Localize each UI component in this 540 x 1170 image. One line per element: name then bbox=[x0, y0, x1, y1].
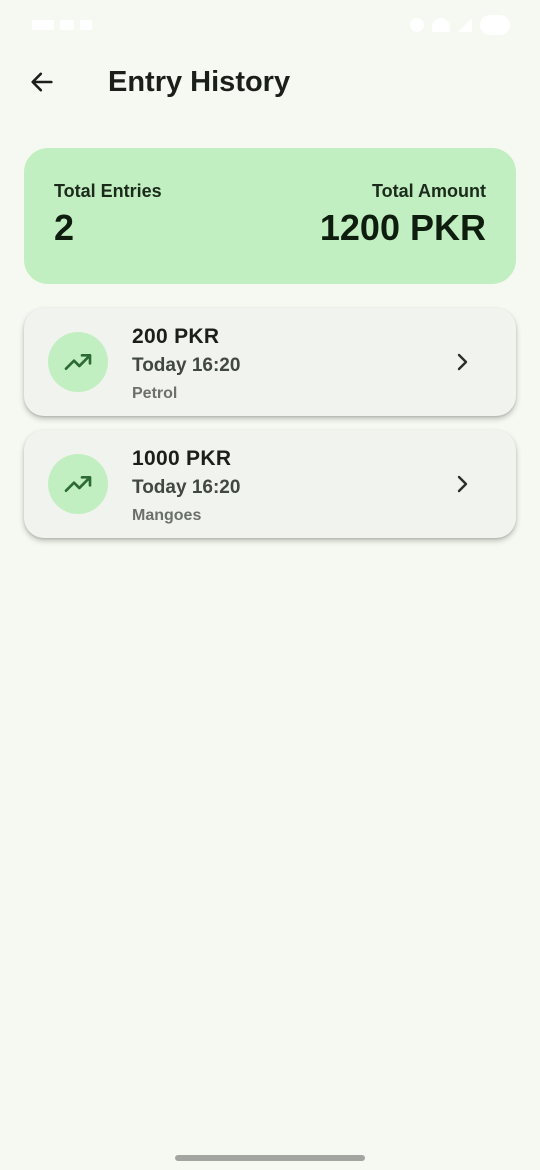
status-time-area bbox=[32, 14, 92, 36]
entry-description: Petrol bbox=[132, 385, 178, 402]
app-bar: Entry History bbox=[0, 50, 540, 114]
signal-icon bbox=[458, 18, 472, 32]
arrow-back-icon bbox=[31, 72, 53, 92]
entry-time: Today 16:20 bbox=[132, 477, 241, 498]
total-amount-label: Total Amount bbox=[372, 181, 486, 201]
entry-icon-circle bbox=[48, 332, 108, 392]
entry-amount: 1000 PKR bbox=[132, 447, 232, 470]
entry-description: Mangoes bbox=[132, 507, 202, 524]
status-icons bbox=[410, 14, 510, 36]
total-entries-label: Total Entries bbox=[54, 181, 162, 201]
total-amount-value: 1200 PKR bbox=[319, 207, 486, 248]
trending-up-icon bbox=[64, 354, 92, 370]
entry-amount: 200 PKR bbox=[132, 325, 220, 348]
alarm-icon bbox=[410, 18, 424, 32]
entry-card[interactable]: 200 PKR Today 16:20 Petrol bbox=[24, 308, 516, 416]
entry-list: 200 PKR Today 16:20 Petrol 1000 PKR Toda… bbox=[24, 308, 516, 552]
back-button[interactable] bbox=[20, 62, 64, 102]
page-title: Entry History bbox=[108, 66, 291, 98]
status-time-glyph bbox=[60, 20, 74, 30]
home-indicator[interactable] bbox=[175, 1155, 365, 1161]
battery-icon bbox=[480, 15, 510, 35]
entry-icon-circle bbox=[48, 454, 108, 514]
summary-card: Total Entries 2 Total Amount 1200 PKR bbox=[24, 148, 516, 284]
chevron-right-icon[interactable] bbox=[448, 348, 476, 376]
total-entries-section: Total Entries 2 bbox=[54, 180, 162, 250]
entry-time: Today 16:20 bbox=[132, 355, 241, 376]
wifi-icon bbox=[432, 18, 450, 32]
status-bar bbox=[0, 0, 540, 50]
status-time-glyph bbox=[32, 20, 54, 30]
total-entries-value: 2 bbox=[54, 207, 75, 248]
entry-card[interactable]: 1000 PKR Today 16:20 Mangoes bbox=[24, 430, 516, 538]
total-amount-section: Total Amount 1200 PKR bbox=[320, 180, 486, 250]
notification-icon bbox=[80, 20, 92, 30]
entry-text: 200 PKR Today 16:20 Petrol bbox=[132, 324, 240, 404]
chevron-right-icon[interactable] bbox=[448, 470, 476, 498]
entry-text: 1000 PKR Today 16:20 Mangoes bbox=[132, 446, 240, 526]
trending-up-icon bbox=[64, 476, 92, 492]
